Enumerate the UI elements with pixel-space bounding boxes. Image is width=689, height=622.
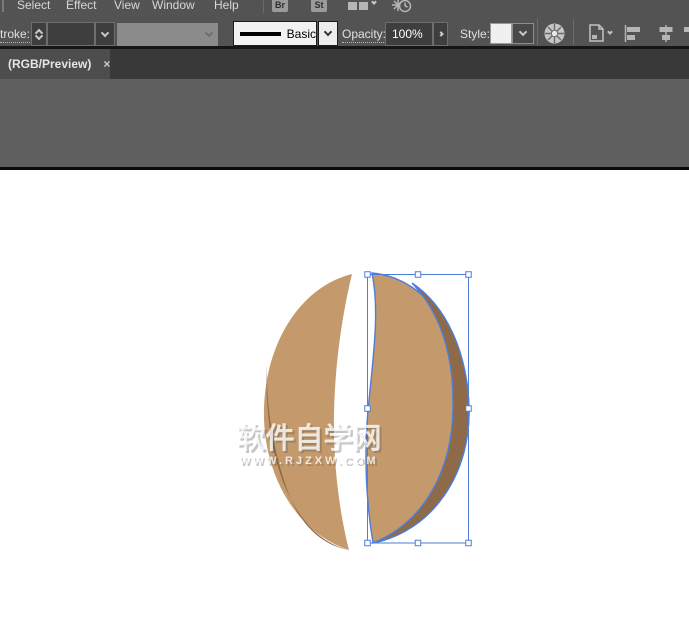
selection-handle-bottom-right[interactable]	[465, 539, 472, 547]
selection-handle-bottom-left[interactable]	[364, 539, 371, 547]
selection-handle-mid-left[interactable]	[364, 405, 371, 412]
coffee-bean-left-half[interactable]	[263, 274, 352, 550]
artwork-layer	[263, 271, 472, 550]
selection-handle-mid-right[interactable]	[465, 405, 472, 412]
selection-handle-top-center[interactable]	[414, 271, 422, 278]
selection-handle-bottom-center[interactable]	[414, 539, 422, 547]
selection-handle-top-right[interactable]	[465, 271, 472, 278]
selection-handle-top-left[interactable]	[364, 271, 371, 278]
